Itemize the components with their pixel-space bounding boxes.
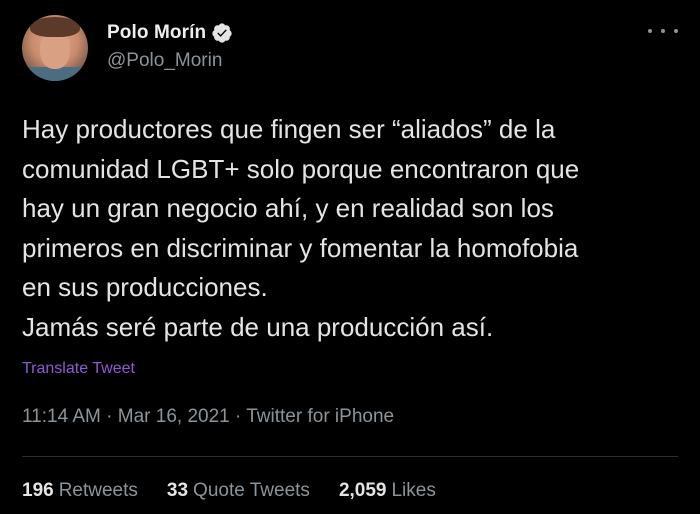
author-handle[interactable]: @Polo_Morin [107, 50, 222, 72]
likes-label: Likes [391, 480, 436, 501]
more-options-icon[interactable] [648, 22, 678, 40]
avatar[interactable] [22, 15, 88, 81]
retweets-count: 196 [22, 480, 54, 501]
author-display-name[interactable]: Polo Morín [107, 22, 206, 44]
quotes-label: Quote Tweets [193, 480, 310, 501]
verified-badge-icon [212, 23, 232, 43]
quotes-count: 33 [166, 480, 189, 501]
likes-stat[interactable]: 2,059 Likes [339, 480, 436, 502]
author-name-row[interactable]: Polo Morín [107, 22, 233, 44]
quote-tweets-stat[interactable]: 33 Quote Tweets [167, 480, 310, 502]
tweet-text: Hay productores que fingen ser “aliados”… [22, 114, 580, 342]
retweets-label: Retweets [58, 480, 138, 501]
divider [22, 456, 678, 457]
translate-tweet-link[interactable]: Translate Tweet [22, 360, 135, 378]
tweet-timestamp[interactable]: 11:14 AM · Mar 16, 2021 · Twitter for iP… [22, 406, 394, 428]
likes-count: 2,059 [338, 480, 387, 501]
tweet-stats: 196 Retweets 33 Quote Tweets 2,059 Likes [22, 480, 465, 502]
retweets-stat[interactable]: 196 Retweets [22, 480, 138, 502]
